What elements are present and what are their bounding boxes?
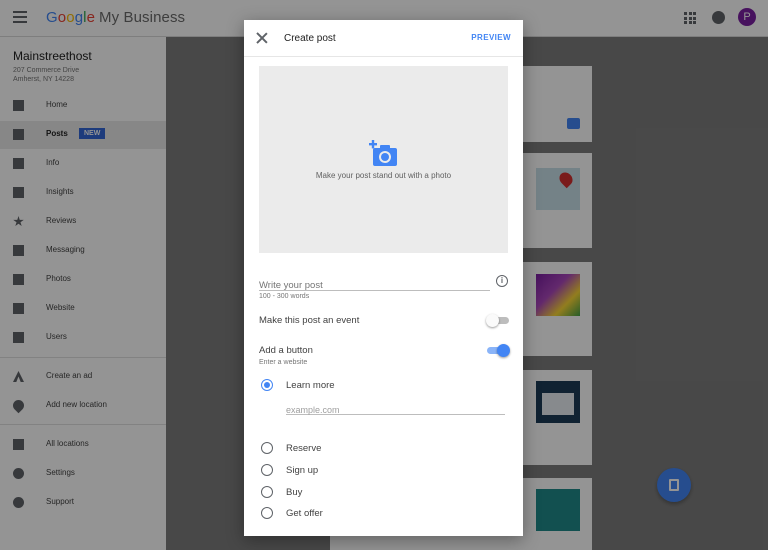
add-button-toggle-label: Add a button [259, 345, 313, 356]
word-count-hint: 100 - 300 words [259, 293, 310, 300]
post-text-placeholder: Write your post [259, 280, 323, 291]
radio-reserve[interactable] [261, 442, 273, 454]
photo-hint: Make your post stand out with a photo [315, 171, 452, 180]
radio-sign-up[interactable] [261, 464, 273, 476]
add-button-toggle[interactable] [487, 344, 510, 357]
add-photo-camera-icon [369, 140, 397, 166]
website-url-input[interactable]: example.com [286, 400, 505, 415]
radio-label-learn-more[interactable]: Learn more [286, 380, 335, 391]
radio-label-buy[interactable]: Buy [286, 487, 302, 498]
event-toggle-label: Make this post an event [259, 315, 360, 326]
toggle-knob [497, 344, 510, 357]
button-hint: Enter a website [259, 359, 308, 366]
info-icon[interactable]: i [496, 275, 508, 287]
radio-buy[interactable] [261, 486, 273, 498]
dialog-header: Create post PREVIEW [244, 20, 523, 57]
radio-label-reserve[interactable]: Reserve [286, 443, 321, 454]
url-placeholder: example.com [286, 405, 340, 415]
dialog-title: Create post [284, 33, 336, 44]
radio-get-offer[interactable] [261, 507, 273, 519]
add-photo-area[interactable]: Make your post stand out with a photo [259, 66, 508, 253]
radio-label-get-offer[interactable]: Get offer [286, 508, 323, 519]
event-toggle[interactable] [486, 314, 509, 327]
close-icon[interactable] [256, 32, 268, 44]
create-post-dialog: Create post PREVIEW Make your post stand… [244, 20, 523, 536]
toggle-knob [486, 314, 499, 327]
post-text-input[interactable]: Write your post [259, 275, 490, 291]
radio-label-sign-up[interactable]: Sign up [286, 465, 318, 476]
radio-learn-more[interactable] [261, 379, 273, 391]
preview-button[interactable]: PREVIEW [471, 33, 511, 42]
